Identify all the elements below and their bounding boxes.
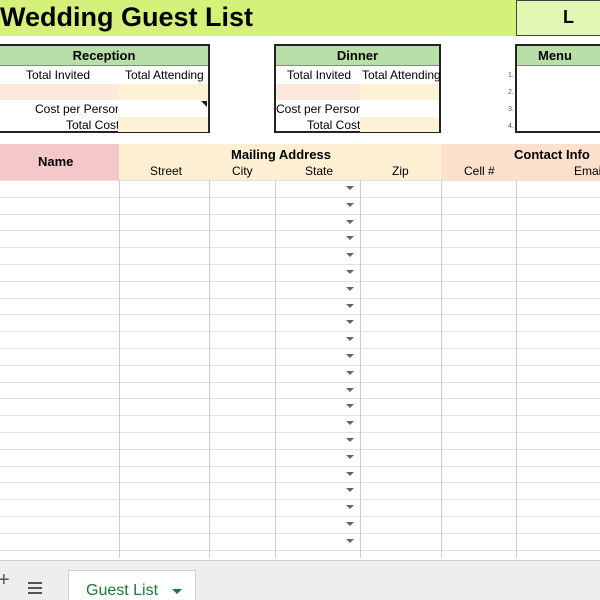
row-divider xyxy=(0,348,600,349)
state-dropdown-icon[interactable] xyxy=(346,202,354,207)
row-divider xyxy=(0,465,600,467)
column-divider xyxy=(209,180,210,558)
row-divider xyxy=(0,280,600,282)
state-dropdown-icon[interactable] xyxy=(346,438,354,442)
state-dropdown-icon[interactable] xyxy=(346,404,354,409)
row-divider xyxy=(0,398,600,400)
dinner-cost-per-person-label: Cost per Person xyxy=(276,102,363,116)
guest-grid[interactable] xyxy=(0,180,600,558)
reception-total-invited-label: Total Invited xyxy=(26,68,91,82)
dinner-total-invited-label: Total Invited xyxy=(287,68,352,82)
row-divider xyxy=(0,499,600,501)
column-divider xyxy=(516,180,517,558)
dinner-total-cost-value[interactable] xyxy=(360,117,439,132)
row-divider xyxy=(0,532,600,534)
state-dropdown-icon[interactable] xyxy=(346,337,354,342)
dropdown-corner-icon xyxy=(201,101,207,107)
add-sheet-icon[interactable]: + xyxy=(0,570,10,590)
reception-cost-per-person-value[interactable] xyxy=(118,101,208,116)
name-header-label: Name xyxy=(38,154,74,169)
column-email: Email xyxy=(574,164,600,178)
row-divider xyxy=(0,448,600,450)
row-divider xyxy=(0,549,600,551)
state-dropdown-icon[interactable] xyxy=(346,219,354,224)
sheet-title: Wedding Guest List xyxy=(0,2,254,32)
state-dropdown-icon[interactable] xyxy=(346,454,354,459)
row-divider xyxy=(0,516,600,517)
row-divider xyxy=(0,196,600,198)
all-sheets-icon[interactable] xyxy=(28,582,42,597)
reception-total-invited-value[interactable] xyxy=(0,84,118,100)
reception-total-attending-value[interactable] xyxy=(118,84,208,100)
dinner-box: Dinner Total Invited Total Attending Cos… xyxy=(274,44,441,133)
column-divider xyxy=(275,180,276,558)
dinner-total-attending-value[interactable] xyxy=(360,84,439,100)
contact-info-header[interactable]: Contact Info Cell # Email xyxy=(441,144,600,180)
row-divider xyxy=(0,381,600,383)
reception-total-cost-value[interactable] xyxy=(118,117,208,132)
column-divider xyxy=(360,180,361,558)
title-right-cell[interactable]: L xyxy=(516,0,600,36)
column-zip: Zip xyxy=(392,164,409,178)
mailing-address-label: Mailing Address xyxy=(231,147,331,162)
column-city: City xyxy=(232,164,253,178)
state-dropdown-icon[interactable] xyxy=(346,320,354,325)
menu-number-3: 3. xyxy=(508,106,514,113)
menu-heading: Menu xyxy=(517,46,600,66)
column-divider xyxy=(441,180,442,558)
dinner-total-attending-label: Total Attending xyxy=(362,68,441,82)
row-divider xyxy=(0,247,600,249)
state-dropdown-icon[interactable] xyxy=(346,505,354,510)
reception-total-attending-label: Total Attending xyxy=(125,68,204,82)
reception-cost-per-person-label: Cost per Person xyxy=(35,102,122,116)
title-right-text: L xyxy=(563,7,574,27)
state-dropdown-icon[interactable] xyxy=(346,354,354,358)
tab-guest-list[interactable]: Guest List xyxy=(68,570,196,600)
state-dropdown-icon[interactable] xyxy=(346,471,354,476)
state-dropdown-icon[interactable] xyxy=(346,421,354,426)
name-header[interactable]: Name xyxy=(0,144,119,180)
reception-heading: Reception xyxy=(0,46,208,66)
column-divider xyxy=(119,180,120,558)
row-divider xyxy=(0,314,600,316)
state-dropdown-icon[interactable] xyxy=(346,286,354,291)
reception-total-cost-label: Total Cost xyxy=(66,118,120,132)
dinner-cost-per-person-value[interactable] xyxy=(360,101,439,116)
contact-info-label: Contact Info xyxy=(514,147,590,162)
row-divider xyxy=(0,213,600,215)
column-state: State xyxy=(305,164,334,178)
row-divider xyxy=(0,230,600,232)
state-dropdown-icon[interactable] xyxy=(346,488,354,493)
row-divider xyxy=(0,297,600,299)
mailing-address-header[interactable]: Mailing Address Street City State Zip xyxy=(119,144,441,180)
state-dropdown-icon[interactable] xyxy=(346,370,354,375)
state-dropdown-icon[interactable] xyxy=(346,236,354,241)
state-dropdown-icon[interactable] xyxy=(346,186,354,190)
row-divider xyxy=(0,482,600,484)
state-dropdown-icon[interactable] xyxy=(346,538,354,543)
row-divider xyxy=(0,415,600,417)
row-divider xyxy=(0,432,600,433)
reception-box: Reception Total Invited Total Attending … xyxy=(0,44,210,133)
row-divider xyxy=(0,331,600,333)
menu-number-2: 2. xyxy=(508,89,514,96)
dinner-total-invited-value[interactable] xyxy=(276,84,360,100)
menu-number-1: 1. xyxy=(508,72,514,79)
menu-number-4: 4. xyxy=(508,123,514,130)
dinner-total-cost-label: Total Cost xyxy=(307,118,361,132)
state-dropdown-icon[interactable] xyxy=(346,253,354,258)
state-dropdown-icon[interactable] xyxy=(346,387,354,392)
tab-guest-list-label: Guest List xyxy=(86,582,159,599)
dinner-heading: Dinner xyxy=(276,46,439,66)
menu-box: Menu 1. 2. 3. 4. xyxy=(508,44,600,133)
column-cell: Cell # xyxy=(464,164,495,178)
state-dropdown-icon[interactable] xyxy=(346,522,354,526)
column-street: Street xyxy=(150,164,183,178)
row-divider xyxy=(0,364,600,366)
state-dropdown-icon[interactable] xyxy=(346,270,354,274)
row-divider xyxy=(0,264,600,265)
row-divider xyxy=(0,180,600,181)
state-dropdown-icon[interactable] xyxy=(346,303,354,308)
chevron-down-icon[interactable] xyxy=(172,589,182,594)
